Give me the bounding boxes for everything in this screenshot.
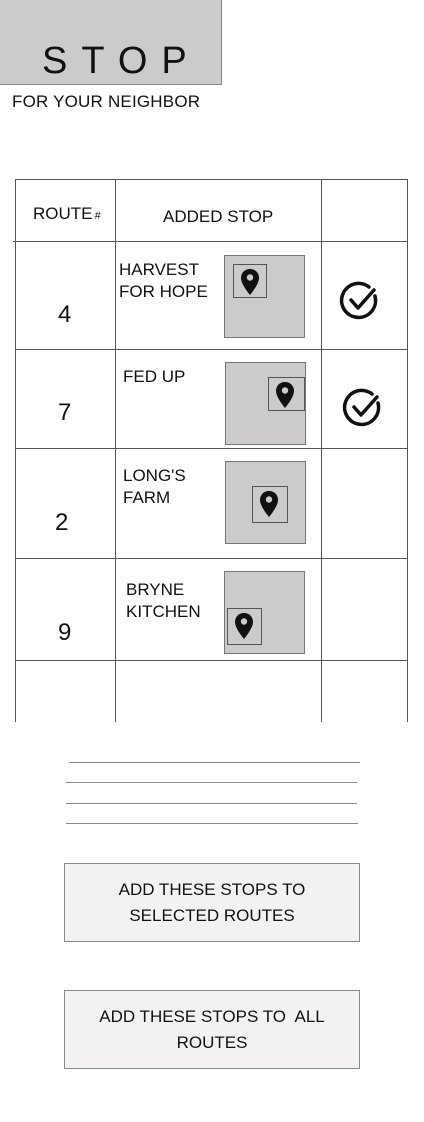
stop-name: LONG'S FARM bbox=[123, 465, 186, 509]
table-row-divider bbox=[15, 558, 408, 559]
stop-name-line: HARVEST bbox=[119, 260, 199, 279]
route-number: 4 bbox=[58, 301, 72, 328]
scroll-indicator-line[interactable] bbox=[69, 762, 360, 763]
add-to-all-routes-button[interactable]: ADD THESE STOPS TO ALL ROUTES bbox=[64, 990, 360, 1069]
logo-text: STOP bbox=[42, 40, 201, 82]
button-label-line: ROUTES bbox=[176, 1032, 248, 1052]
button-label-line: SELECTED ROUTES bbox=[129, 905, 295, 925]
add-to-selected-routes-button[interactable]: ADD THESE STOPS TO SELECTED ROUTES bbox=[64, 863, 360, 942]
button-label-line: ADD THESE STOPS TO ALL bbox=[99, 1006, 325, 1026]
scroll-indicator-line[interactable] bbox=[66, 782, 357, 783]
table-border-top bbox=[15, 179, 408, 180]
table-row-divider bbox=[15, 349, 408, 350]
stop-name-line: BRYNE bbox=[126, 580, 185, 599]
button-label: ADD THESE STOPS TO ALL ROUTES bbox=[99, 1004, 325, 1056]
table-header-divider bbox=[13, 241, 408, 242]
table-divider-col2 bbox=[321, 179, 322, 722]
check-circle-icon[interactable] bbox=[339, 280, 381, 322]
route-hash-symbol: # bbox=[94, 210, 101, 222]
logo-box: STOP bbox=[0, 0, 222, 85]
button-label: ADD THESE STOPS TO SELECTED ROUTES bbox=[119, 877, 306, 929]
column-header-route: ROUTE # bbox=[33, 204, 101, 224]
map-pin-icon bbox=[268, 377, 305, 411]
stop-name-line: FARM bbox=[123, 488, 171, 507]
route-header-label: ROUTE bbox=[33, 204, 93, 223]
column-header-added-stop: ADDED STOP bbox=[163, 207, 274, 226]
map-thumbnail[interactable] bbox=[225, 362, 306, 445]
routes-table: ROUTE # ADDED STOP 4 HARVEST FOR HOPE 7 F… bbox=[13, 179, 408, 722]
route-number: 7 bbox=[58, 399, 72, 426]
stop-name-line: KITCHEN bbox=[126, 602, 201, 621]
map-pin-icon bbox=[252, 486, 288, 523]
route-number: 2 bbox=[55, 509, 69, 536]
map-thumbnail[interactable] bbox=[225, 461, 306, 544]
map-pin-icon bbox=[227, 608, 262, 645]
table-border-left bbox=[15, 179, 16, 722]
map-thumbnail[interactable] bbox=[224, 255, 305, 338]
table-row-divider bbox=[15, 448, 408, 449]
stop-name: FED UP bbox=[123, 366, 185, 388]
scroll-indicator-line[interactable] bbox=[66, 803, 357, 804]
stop-name: HARVEST FOR HOPE bbox=[119, 259, 208, 303]
stop-name-line: LONG'S bbox=[123, 466, 186, 485]
map-thumbnail[interactable] bbox=[224, 571, 305, 654]
check-circle-icon[interactable] bbox=[342, 387, 384, 429]
route-number: 9 bbox=[58, 619, 72, 646]
table-border-right bbox=[407, 179, 408, 722]
tagline: FOR YOUR NEIGHBOR bbox=[12, 92, 201, 111]
scroll-indicator-line[interactable] bbox=[66, 823, 358, 824]
stop-name-line: FOR HOPE bbox=[119, 282, 208, 301]
button-label-line: ADD THESE STOPS TO bbox=[118, 879, 306, 899]
stop-name-line: FED UP bbox=[123, 367, 186, 386]
table-divider-col1 bbox=[115, 179, 116, 722]
table-row-divider bbox=[15, 660, 408, 661]
map-pin-icon bbox=[233, 264, 267, 298]
stop-name: BRYNE KITCHEN bbox=[126, 579, 201, 623]
